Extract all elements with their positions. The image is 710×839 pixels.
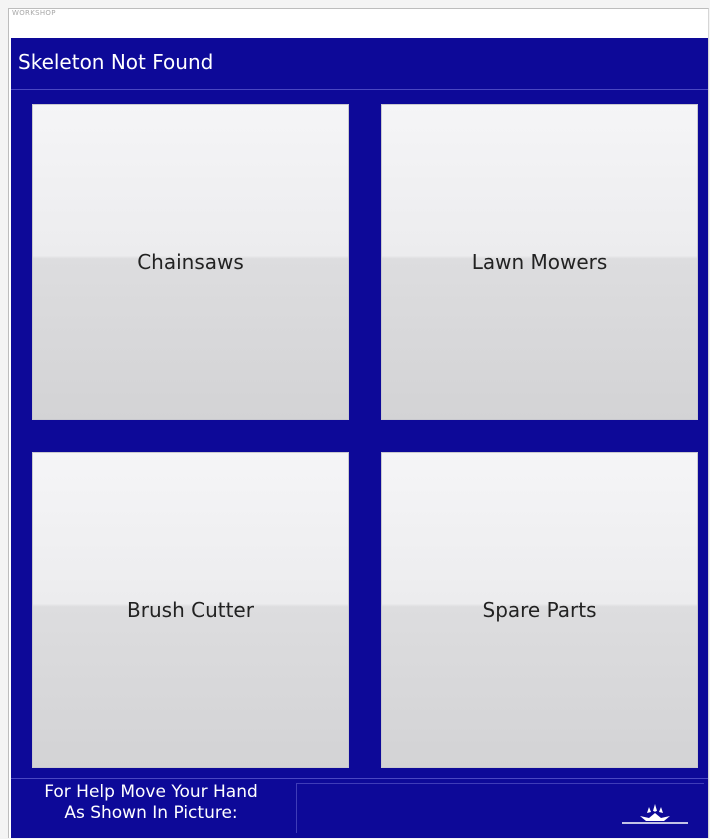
header-bar: Skeleton Not Found (11, 38, 708, 90)
gesture-picture-panel (296, 783, 704, 833)
help-footer: For Help Move Your Hand As Shown In Pict… (11, 778, 708, 838)
chainsaws-tile-button[interactable]: Chainsaws (32, 104, 349, 420)
lawn-mowers-tile-button[interactable]: Lawn Mowers (381, 104, 698, 420)
page-title: Skeleton Not Found (18, 50, 214, 74)
app-window: WORKSHOP Skeleton Not Found Chainsaws La… (0, 0, 710, 839)
help-line-1: For Help Move Your Hand (44, 782, 258, 802)
window-title: WORKSHOP (12, 9, 56, 17)
spare-parts-tile-button[interactable]: Spare Parts (381, 452, 698, 768)
help-instructions: For Help Move Your Hand As Shown In Pict… (16, 782, 286, 824)
tile-label: Lawn Mowers (471, 250, 608, 274)
help-line-2: As Shown In Picture: (64, 803, 238, 823)
tile-label: Chainsaws (137, 250, 244, 274)
tile-label: Spare Parts (482, 598, 597, 622)
tile-label: Brush Cutter (127, 598, 254, 622)
raised-hand-figure-icon (622, 804, 688, 824)
brush-cutter-tile-button[interactable]: Brush Cutter (32, 452, 349, 768)
app-surface: Skeleton Not Found Chainsaws Lawn Mowers… (11, 38, 708, 838)
